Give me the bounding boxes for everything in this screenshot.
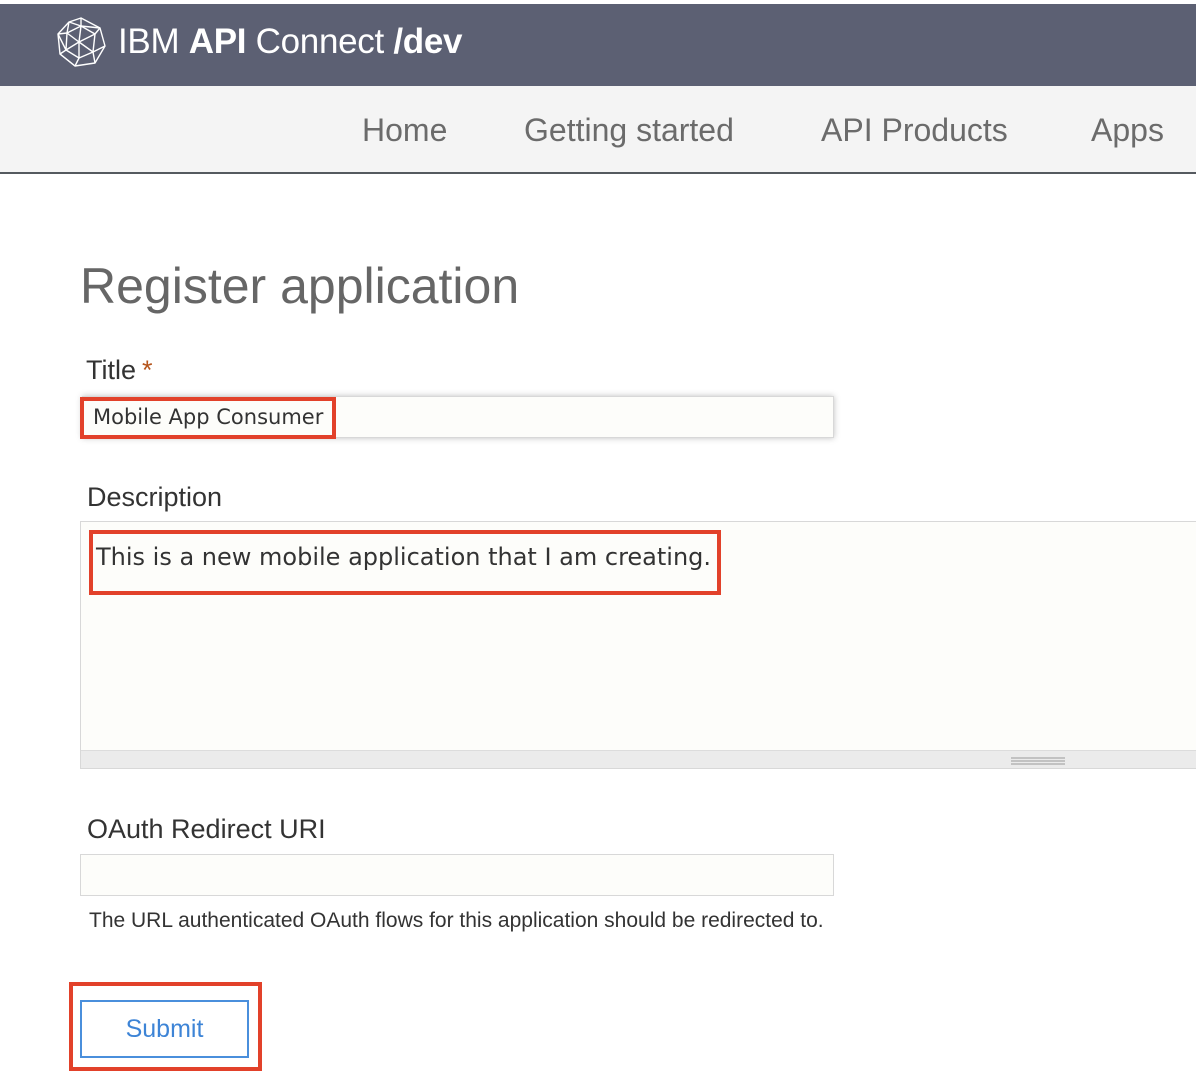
description-value: This is a new mobile application that I … <box>96 543 712 571</box>
nav-item-getting-started[interactable]: Getting started <box>524 110 734 150</box>
oauth-redirect-input[interactable] <box>80 854 834 896</box>
oauth-label: OAuth Redirect URI <box>87 814 326 844</box>
oauth-help-text: The URL authenticated OAuth flows for th… <box>89 909 824 932</box>
geodesic-sphere-icon[interactable] <box>55 16 107 68</box>
nav-item-apps[interactable]: Apps <box>1091 110 1164 150</box>
required-marker: * <box>142 355 153 385</box>
brand-title[interactable]: IBM API Connect /dev <box>118 22 463 62</box>
textarea-resize-bar[interactable] <box>81 750 1196 768</box>
title-label-text: Title <box>86 355 137 385</box>
submit-button[interactable]: Submit <box>80 1000 249 1058</box>
title-label: Title * <box>86 354 153 386</box>
app-header: IBM API Connect /dev <box>0 0 1196 86</box>
description-textarea[interactable]: This is a new mobile application that I … <box>80 521 1196 769</box>
main-nav: Home Getting started API Products Apps <box>0 86 1196 174</box>
description-label: Description <box>87 482 223 512</box>
nav-item-home[interactable]: Home <box>362 110 447 150</box>
brand-ibm: IBM <box>118 22 180 61</box>
resize-grip-icon[interactable] <box>1011 757 1065 765</box>
brand-path: /dev <box>393 22 463 61</box>
page-title: Register application <box>80 258 520 314</box>
brand-connect: Connect <box>255 22 385 61</box>
brand-api: API <box>188 22 247 61</box>
title-input[interactable]: Mobile App Consumer <box>82 396 834 438</box>
nav-item-api-products[interactable]: API Products <box>821 110 1008 150</box>
title-input-value: Mobile App Consumer <box>93 405 324 429</box>
page: IBM API Connect /dev Home Getting starte… <box>0 0 1196 1082</box>
